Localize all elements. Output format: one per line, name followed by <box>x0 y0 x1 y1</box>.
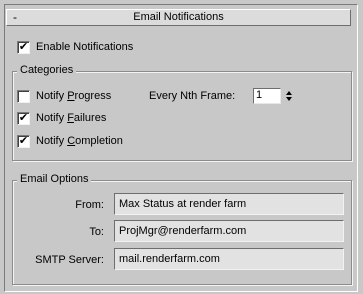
notify-failures-label-text: Notify <box>36 112 68 124</box>
enable-notifications-label[interactable]: Enable Notifications <box>36 41 133 53</box>
notify-progress-label-text: Notify <box>36 90 68 102</box>
notify-progress-mnemonic: P <box>67 90 75 102</box>
notify-progress-label[interactable]: Notify Progress <box>36 90 111 102</box>
to-label: To: <box>89 226 104 238</box>
notify-progress-label-rest: rogress <box>74 90 112 102</box>
spinner-up-icon[interactable] <box>286 91 292 95</box>
every-nth-frame-label: Every Nth Frame: <box>149 90 236 102</box>
to-field[interactable]: ProjMgr@renderfarm.com <box>114 220 344 242</box>
notify-completion-checkbox[interactable]: ✔ <box>17 135 30 148</box>
notify-progress-checkbox[interactable] <box>17 90 30 103</box>
from-label: From: <box>75 199 104 211</box>
smtp-server-label: SMTP Server: <box>35 254 104 266</box>
every-nth-frame-spinner[interactable] <box>284 88 294 104</box>
checkmark-icon: ✔ <box>18 112 29 124</box>
notify-completion-label-text: Notify <box>36 135 68 147</box>
categories-group-title: Categories <box>17 64 77 76</box>
from-field[interactable]: Max Status at render farm <box>114 193 344 215</box>
checkmark-icon: ✔ <box>18 41 29 53</box>
notify-completion-mnemonic: C <box>67 135 76 147</box>
notify-failures-mnemonic: F <box>67 112 74 124</box>
checkmark-icon: ✔ <box>18 135 29 147</box>
notify-completion-label-rest: ompletion <box>75 135 123 147</box>
rollout-title: Email Notifications <box>133 11 224 23</box>
every-nth-frame-input[interactable]: 1 <box>253 88 281 104</box>
notify-failures-label-rest: ailures <box>73 112 107 124</box>
notify-completion-label[interactable]: Notify Completion <box>36 135 123 147</box>
email-options-group-title: Email Options <box>17 173 92 185</box>
notify-failures-label[interactable]: Notify Failures <box>36 112 106 124</box>
notify-failures-checkbox[interactable]: ✔ <box>17 112 30 125</box>
smtp-server-field[interactable]: mail.renderfarm.com <box>114 248 344 270</box>
spinner-down-icon[interactable] <box>286 97 292 101</box>
email-notifications-rollout-header[interactable]: - Email Notifications <box>6 9 351 26</box>
enable-notifications-checkbox[interactable]: ✔ <box>17 41 30 54</box>
